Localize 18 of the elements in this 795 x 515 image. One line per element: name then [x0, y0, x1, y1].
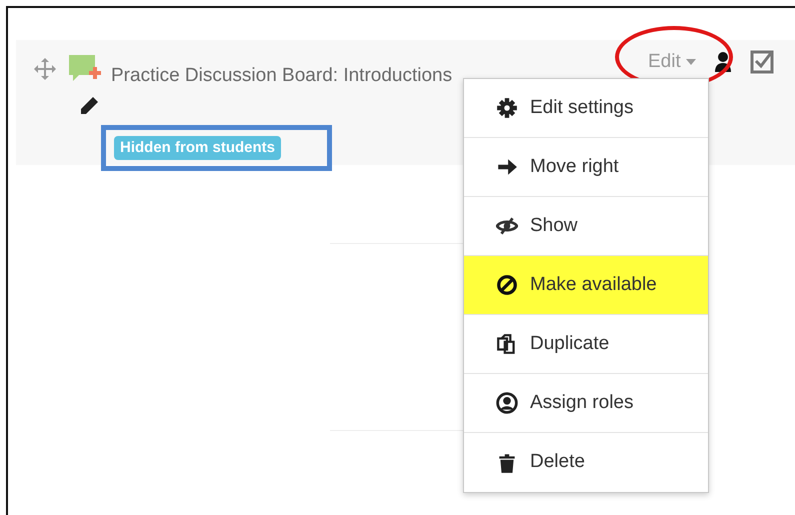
- eye-slash-icon: [496, 215, 518, 237]
- user-circle-icon: [496, 392, 518, 414]
- menu-item[interactable]: Delete: [464, 433, 708, 492]
- menu-item[interactable]: Assign roles: [464, 374, 708, 433]
- menu-item[interactable]: Move right: [464, 138, 708, 197]
- pencil-icon[interactable]: [79, 96, 99, 116]
- gear-icon: [496, 97, 518, 119]
- menu-item[interactable]: Duplicate: [464, 315, 708, 374]
- ban-icon: [496, 274, 518, 296]
- hidden-badge: Hidden from students: [114, 136, 282, 160]
- activity-title[interactable]: Practice Discussion Board: Introductions: [111, 62, 452, 90]
- menu-item[interactable]: Show: [464, 197, 708, 256]
- move-icon[interactable]: [33, 57, 57, 82]
- menu-item[interactable]: Make available: [464, 256, 708, 315]
- checkbox-icon[interactable]: [750, 50, 776, 74]
- menu-item[interactable]: Edit settings: [464, 79, 708, 138]
- user-icon[interactable]: [714, 51, 732, 74]
- caret-icon: [686, 58, 696, 65]
